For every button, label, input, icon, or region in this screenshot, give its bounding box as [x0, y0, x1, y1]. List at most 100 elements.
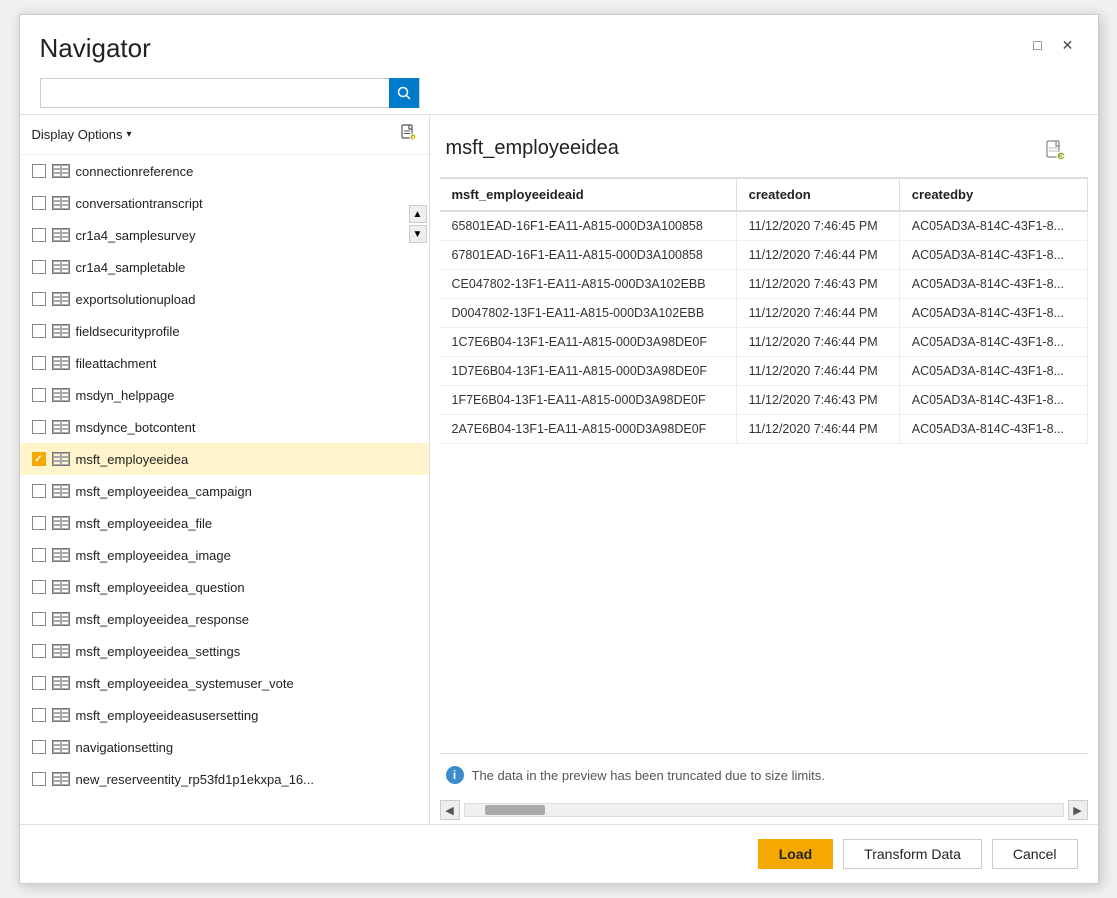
nav-item-checkbox[interactable]: [32, 388, 46, 402]
table-row: 2A7E6B04-13F1-EA11-A815-000D3A98DE0F11/1…: [440, 415, 1088, 444]
nav-item-label: cr1a4_samplesurvey: [76, 228, 421, 243]
table-icon: [52, 644, 70, 658]
table-cell: AC05AD3A-814C-43F1-8...: [899, 357, 1087, 386]
scrollbar-track[interactable]: [464, 803, 1064, 817]
search-icon: [397, 86, 411, 100]
scroll-left-arrow[interactable]: ◀: [440, 800, 460, 820]
truncation-text: The data in the preview has been truncat…: [472, 768, 825, 783]
nav-item-label: msft_employeeidea: [76, 452, 421, 467]
nav-item-checkbox[interactable]: [32, 228, 46, 242]
table-icon: [52, 580, 70, 594]
nav-item[interactable]: cr1a4_sampletable: [20, 251, 429, 283]
nav-item[interactable]: conversationtranscript: [20, 187, 429, 219]
close-icon[interactable]: ✕: [1058, 35, 1078, 55]
nav-item[interactable]: msft_employeeidea_campaign: [20, 475, 429, 507]
table-cell: 11/12/2020 7:46:44 PM: [736, 357, 899, 386]
main-content: Display Options ▾ ↻ connectionreferencec…: [20, 114, 1098, 824]
nav-item[interactable]: msft_employeeidea_file: [20, 507, 429, 539]
nav-item[interactable]: exportsolutionupload: [20, 283, 429, 315]
cancel-button[interactable]: Cancel: [992, 839, 1078, 869]
table-cell: AC05AD3A-814C-43F1-8...: [899, 386, 1087, 415]
nav-item-checkbox[interactable]: [32, 772, 46, 786]
nav-item[interactable]: msft_employeeidea_settings: [20, 635, 429, 667]
nav-item-label: new_reserveentity_rp53fd1p1ekxpa_16...: [76, 772, 421, 787]
footer: Load Transform Data Cancel: [20, 824, 1098, 883]
table-cell: 11/12/2020 7:46:44 PM: [736, 241, 899, 270]
search-row: [20, 72, 1098, 114]
nav-item[interactable]: msdynce_botcontent: [20, 411, 429, 443]
transform-data-button[interactable]: Transform Data: [843, 839, 982, 869]
scrollbar-thumb[interactable]: [485, 805, 545, 815]
table-cell: 11/12/2020 7:46:45 PM: [736, 211, 899, 241]
table-cell: 67801EAD-16F1-EA11-A815-000D3A100858: [440, 241, 737, 270]
scroll-up-arrow[interactable]: ▲: [409, 205, 427, 223]
preview-title: msft_employeeidea: [446, 137, 619, 160]
nav-item-checkbox[interactable]: [32, 612, 46, 626]
info-icon: i: [446, 766, 464, 784]
display-options-label: Display Options: [32, 127, 123, 142]
table-icon: [52, 452, 70, 466]
search-button[interactable]: [389, 78, 419, 108]
nav-item-checkbox[interactable]: [32, 484, 46, 498]
nav-item-checkbox[interactable]: [32, 740, 46, 754]
nav-item[interactable]: connectionreference: [20, 155, 429, 187]
nav-item-checkbox[interactable]: [32, 452, 46, 466]
search-input[interactable]: [41, 79, 389, 107]
title-bar: Navigator □ ✕: [20, 15, 1098, 72]
nav-item-label: exportsolutionupload: [76, 292, 421, 307]
nav-item[interactable]: new_reserveentity_rp53fd1p1ekxpa_16...: [20, 763, 429, 795]
table-icon: [52, 484, 70, 498]
table-row: 1C7E6B04-13F1-EA11-A815-000D3A98DE0F11/1…: [440, 328, 1088, 357]
table-icon: [52, 260, 70, 274]
nav-item-checkbox[interactable]: [32, 324, 46, 338]
nav-item[interactable]: msft_employeeidea: [20, 443, 429, 475]
table-icon: [52, 164, 70, 178]
table-cell: AC05AD3A-814C-43F1-8...: [899, 299, 1087, 328]
nav-item-checkbox[interactable]: [32, 676, 46, 690]
nav-item[interactable]: msft_employeeidea_response: [20, 603, 429, 635]
nav-item-checkbox[interactable]: [32, 548, 46, 562]
display-options-button[interactable]: Display Options ▾: [32, 127, 132, 142]
nav-item-checkbox[interactable]: [32, 420, 46, 434]
table-body: 65801EAD-16F1-EA11-A815-000D3A10085811/1…: [440, 211, 1088, 444]
nav-item-checkbox[interactable]: [32, 356, 46, 370]
nav-item[interactable]: msft_employeeidea_systemuser_vote: [20, 667, 429, 699]
file-icon-button[interactable]: ↻: [399, 123, 417, 146]
minimize-icon[interactable]: □: [1028, 35, 1048, 55]
nav-item[interactable]: msft_employeeideasusersetting: [20, 699, 429, 731]
nav-item-checkbox[interactable]: [32, 164, 46, 178]
nav-item-label: fieldsecurityprofile: [76, 324, 421, 339]
nav-item-label: msft_employeeidea_question: [76, 580, 421, 595]
table-cell: 65801EAD-16F1-EA11-A815-000D3A100858: [440, 211, 737, 241]
nav-item-checkbox[interactable]: [32, 516, 46, 530]
nav-item[interactable]: cr1a4_samplesurvey: [20, 219, 429, 251]
nav-item-checkbox[interactable]: [32, 196, 46, 210]
nav-item-checkbox[interactable]: [32, 644, 46, 658]
data-table: msft_employeeideaidcreatedoncreatedby 65…: [440, 179, 1088, 444]
nav-item-label: fileattachment: [76, 356, 421, 371]
nav-item-checkbox[interactable]: [32, 580, 46, 594]
nav-item-checkbox[interactable]: [32, 708, 46, 722]
nav-item[interactable]: navigationsetting: [20, 731, 429, 763]
horizontal-scrollbar: ◀ ▶: [430, 796, 1098, 824]
load-button[interactable]: Load: [758, 839, 833, 869]
right-panel: msft_employeeidea ⟳ msf: [430, 115, 1098, 824]
nav-item-label: msft_employeeidea_image: [76, 548, 421, 563]
preview-header: msft_employeeidea ⟳: [430, 115, 1098, 177]
scroll-down-arrow[interactable]: ▼: [409, 225, 427, 243]
nav-item[interactable]: msft_employeeidea_question: [20, 571, 429, 603]
nav-item-checkbox[interactable]: [32, 292, 46, 306]
nav-item-checkbox[interactable]: [32, 260, 46, 274]
scroll-right-arrow[interactable]: ▶: [1068, 800, 1088, 820]
nav-item-label: cr1a4_sampletable: [76, 260, 421, 275]
table-column-header: createdby: [899, 179, 1087, 211]
dialog-title: Navigator: [40, 33, 151, 64]
nav-item[interactable]: fileattachment: [20, 347, 429, 379]
nav-item[interactable]: fieldsecurityprofile: [20, 315, 429, 347]
left-panel: Display Options ▾ ↻ connectionreferencec…: [20, 115, 430, 824]
preview-file-icon[interactable]: ⟳: [1028, 127, 1082, 169]
nav-item[interactable]: msft_employeeidea_image: [20, 539, 429, 571]
nav-item[interactable]: msdyn_helppage: [20, 379, 429, 411]
table-cell: 11/12/2020 7:46:43 PM: [736, 386, 899, 415]
table-icon: [52, 740, 70, 754]
